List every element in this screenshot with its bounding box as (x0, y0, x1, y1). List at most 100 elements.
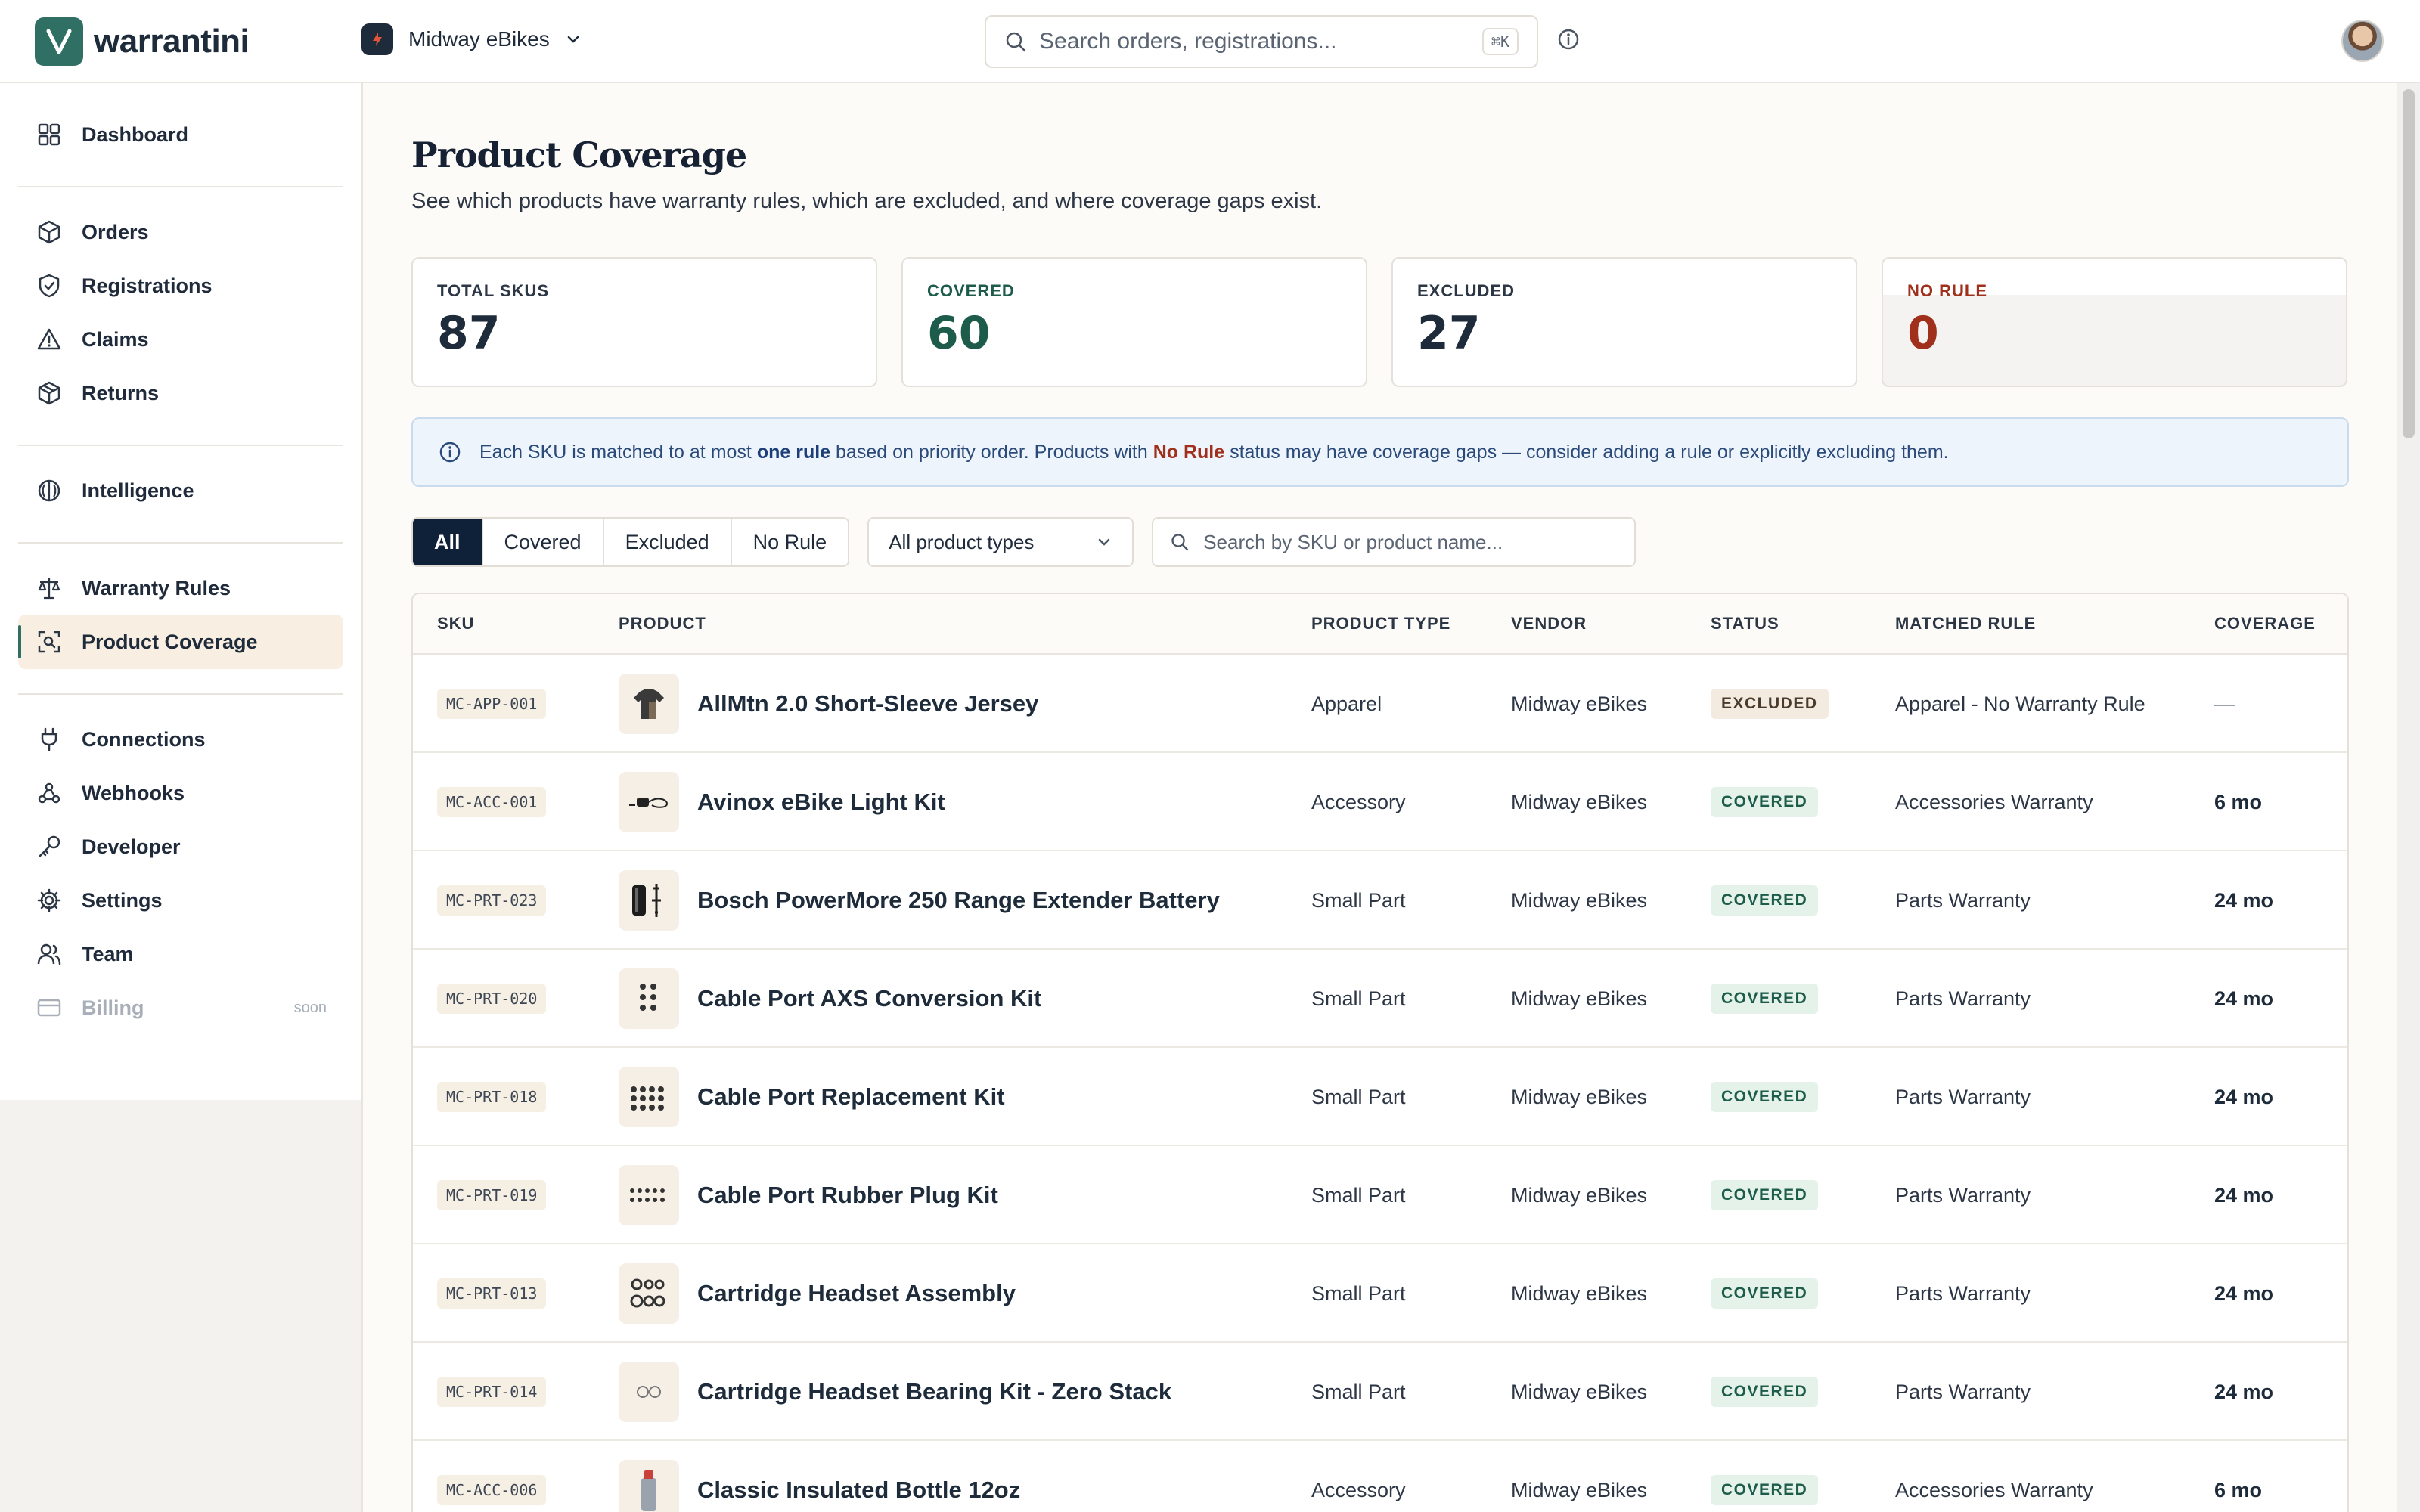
coverage-value: 24 mo (2214, 1281, 2274, 1305)
table-row[interactable]: MC-PRT-014 Cartridge Headset Bearing Kit … (413, 1343, 2347, 1441)
tab-no-rule[interactable]: No Rule (731, 519, 849, 565)
product-name[interactable]: Cartridge Headset Bearing Kit - Zero Sta… (697, 1378, 1171, 1405)
user-avatar[interactable] (2341, 20, 2384, 62)
product-name[interactable]: Bosch PowerMore 250 Range Extender Batte… (697, 887, 1220, 914)
tab-excluded[interactable]: Excluded (603, 519, 732, 565)
table-row[interactable]: MC-ACC-001 Avinox eBike Light Kit Accessor… (413, 753, 2347, 851)
stat-value: 87 (437, 307, 501, 360)
col-matched-rule[interactable]: MATCHED RULE (1895, 614, 2036, 634)
store-name: Midway eBikes (408, 27, 550, 51)
key-icon (39, 835, 60, 857)
coverage-cell: — (2214, 655, 2235, 753)
webhook-icon (38, 782, 60, 804)
product-type-select[interactable]: All product types (867, 517, 1134, 567)
scale-icon (38, 578, 60, 600)
col-sku[interactable]: SKU (437, 614, 474, 634)
table-row[interactable]: MC-PRT-023 Bosch PowerMore 250 Range Exte… (413, 851, 2347, 950)
product-name[interactable]: Avinox eBike Light Kit (697, 789, 945, 816)
col-product[interactable]: PRODUCT (619, 614, 706, 634)
col-product-type[interactable]: PRODUCT TYPE (1311, 614, 1450, 634)
vendor-cell: Midway eBikes (1511, 1281, 1648, 1305)
sidebar-item-intelligence[interactable]: Intelligence (18, 463, 343, 518)
product-cell: Cartridge Headset Bearing Kit - Zero Sta… (619, 1343, 1171, 1441)
table-row[interactable]: MC-ACC-006 Classic Insulated Bottle 12oz A… (413, 1441, 2347, 1512)
status-cell: COVERED (1711, 1441, 1819, 1512)
sidebar-item-registrations[interactable]: Registrations (18, 259, 343, 313)
sidebar-item-orders[interactable]: Orders (18, 205, 343, 259)
sku-search-input[interactable] (1203, 530, 1618, 554)
sidebar-item-webhooks[interactable]: Webhooks (18, 766, 343, 820)
sku-search[interactable] (1152, 517, 1637, 567)
sku-code: MC-PRT-018 (437, 1082, 547, 1112)
matched-rule-cell: Parts Warranty (1895, 1281, 2031, 1305)
sidebar-item-developer[interactable]: Developer (18, 820, 343, 874)
product-thumbnail (619, 968, 679, 1029)
matched-rule-cell: Parts Warranty (1895, 1380, 2031, 1403)
sku-cell: MC-ACC-006 (437, 1441, 547, 1512)
status-badge: EXCLUDED (1711, 689, 1829, 719)
status-filter-tabs: All Covered Excluded No Rule (411, 517, 850, 567)
app-logo[interactable]: warrantini (35, 17, 250, 67)
product-name[interactable]: Cartridge Headset Assembly (697, 1280, 1016, 1307)
sidebar-item-returns[interactable]: Returns (18, 366, 343, 420)
coverage-cell: 6 mo (2214, 753, 2262, 851)
sidebar-item-label: Product Coverage (82, 630, 258, 653)
store-switcher[interactable]: Midway eBikes (361, 21, 582, 57)
credit-card-icon (37, 999, 61, 1017)
global-search-input[interactable] (1039, 29, 1470, 54)
sku-cell: MC-PRT-020 (437, 950, 547, 1048)
sidebar-item-dashboard[interactable]: Dashboard (18, 107, 343, 162)
product-thumbnail (619, 1067, 679, 1127)
sidebar-divider (18, 445, 343, 446)
col-vendor[interactable]: VENDOR (1511, 614, 1587, 634)
sidebar-item-claims[interactable]: Claims (18, 312, 343, 367)
product-cell: Cable Port AXS Conversion Kit (619, 950, 1041, 1048)
sidebar-item-product-coverage[interactable]: Product Coverage (18, 615, 343, 669)
scrollbar-thumb[interactable] (2403, 89, 2415, 438)
search-shortcut: ⌘K (1481, 28, 1519, 55)
stat-label: EXCLUDED (1417, 281, 1516, 300)
tab-covered[interactable]: Covered (482, 519, 604, 565)
vendor-cell: Midway eBikes (1511, 1085, 1648, 1108)
table-row[interactable]: MC-PRT-020 Cable Port AXS Conversion Kit S… (413, 950, 2347, 1048)
col-coverage[interactable]: COVERAGE (2214, 614, 2316, 634)
product-name[interactable]: Classic Insulated Bottle 12oz (697, 1476, 1020, 1504)
sidebar-item-connections[interactable]: Connections (18, 712, 343, 767)
product-name[interactable]: AllMtn 2.0 Short-Sleeve Jersey (697, 690, 1038, 717)
product-thumbnail (619, 1460, 679, 1512)
product-type-value: All product types (889, 530, 1035, 553)
status-badge: COVERED (1711, 787, 1819, 817)
table-row[interactable]: MC-PRT-019 Cable Port Rubber Plug Kit Smal… (413, 1146, 2347, 1244)
product-type-cell: Small Part (1311, 888, 1406, 912)
sidebar-divider (18, 542, 343, 544)
sidebar-item-label: Developer (82, 835, 181, 858)
product-name[interactable]: Cable Port Replacement Kit (697, 1083, 1005, 1111)
sidebar-item-warranty-rules[interactable]: Warranty Rules (18, 561, 343, 615)
gear-icon (37, 888, 61, 912)
product-name[interactable]: Cable Port AXS Conversion Kit (697, 985, 1041, 1012)
global-search[interactable]: ⌘K (985, 15, 1538, 68)
product-thumbnail (619, 674, 679, 734)
sidebar-item-settings[interactable]: Settings (18, 873, 343, 928)
package-return-icon (38, 381, 60, 405)
notice-text: Each SKU is matched to at most one rule … (479, 441, 1949, 463)
search-icon (1171, 534, 1189, 551)
sidebar-item-team[interactable]: Team (18, 927, 343, 981)
sidebar-item-label: Intelligence (82, 479, 194, 502)
table-row[interactable]: MC-PRT-013 Cartridge Headset Assembly Smal… (413, 1244, 2347, 1343)
info-icon[interactable] (1556, 27, 1581, 51)
sku-code: MC-ACC-006 (437, 1475, 547, 1505)
coverage-cell: 24 mo (2214, 1343, 2273, 1441)
coverage-value: 24 mo (2214, 888, 2274, 912)
col-status[interactable]: STATUS (1711, 614, 1779, 634)
page-subtitle: See which products have warranty rules, … (411, 189, 1323, 213)
matched-rule-cell: Parts Warranty (1895, 1183, 2031, 1207)
table-row[interactable]: MC-APP-001 AllMtn 2.0 Short-Sleeve Jersey… (413, 655, 2347, 753)
product-name[interactable]: Cable Port Rubber Plug Kit (697, 1182, 998, 1209)
sku-cell: MC-ACC-001 (437, 753, 547, 851)
product-cell: Cartridge Headset Assembly (619, 1244, 1016, 1343)
product-type-cell: Small Part (1311, 1380, 1406, 1403)
chevron-down-icon (567, 36, 579, 43)
table-row[interactable]: MC-PRT-018 Cable Port Replacement Kit Smal… (413, 1048, 2347, 1146)
tab-all[interactable]: All (413, 519, 483, 565)
